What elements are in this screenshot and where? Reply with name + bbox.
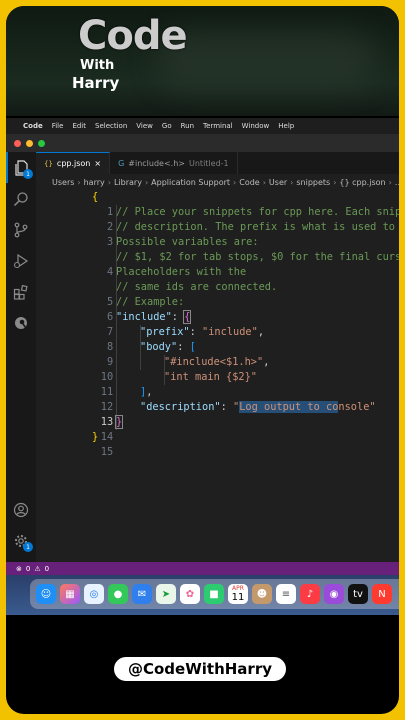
menu-file[interactable]: File [52,122,64,130]
mac-menubar: Code File Edit Selection View Go Run Ter… [6,118,399,134]
tab-close-icon[interactable]: × [94,159,101,168]
maps-icon[interactable]: ➤ [156,584,176,604]
code-line: 6 // Example: [107,296,185,323]
run-debug-icon[interactable] [6,245,36,276]
news-icon[interactable]: N [372,584,392,604]
breadcrumb-item[interactable]: User [269,178,287,187]
warning-icon[interactable]: ⚠ [34,565,40,573]
code-line-wrapped: Possible variables are: [116,236,259,248]
contacts-icon[interactable]: ☻ [252,584,272,604]
code-editor[interactable]: 1 { 2 // Place your snippets for cpp her… [36,190,399,562]
code-line: 11 "int main {$2}" [100,371,257,398]
code-line: 4 // $1, $2 for tab stops, $0 for the fi… [107,251,399,278]
calendar-icon[interactable]: APR 11 [228,584,248,604]
channel-handle: @CodeWithHarry [112,655,288,683]
breadcrumb: Users › harry › Library › Application Suppo… [36,174,399,190]
explorer-badge: 1 [23,169,33,179]
mac-dock: ☺ ▦ ◎ ● ✉ ➤ ✿ ■ APR 11 ☻ ≡ ♪ ◉ tv N [30,579,399,609]
code-line: 5 // same ids are connected. [107,281,278,308]
explorer-icon[interactable]: 1 [6,152,36,183]
code-line: 8 "prefix": "include", [107,326,265,353]
video-frame: Code With Harry Code File Edit Selection… [6,6,399,714]
cpp-file-icon: G [118,158,125,168]
music-icon[interactable]: ♪ [300,584,320,604]
breadcrumb-item[interactable]: Users [52,178,74,187]
error-count[interactable]: 0 [26,565,30,573]
menu-terminal[interactable]: Terminal [203,122,233,130]
messages-icon[interactable]: ● [108,584,128,604]
menu-edit[interactable]: Edit [72,122,86,130]
editor-tabs: {} cpp.json × G #include<.h> Untitled-1 [36,152,399,174]
code-line: 14 } [100,415,124,443]
breadcrumb-item[interactable]: harry [84,178,105,187]
code-line: 7 "include": { [107,310,192,338]
menu-view[interactable]: View [136,122,153,130]
code-line: 10 "#include<$1.h>", [100,356,270,383]
json-file-icon: {} [44,159,53,168]
source-control-icon[interactable] [6,214,36,245]
podcasts-icon[interactable]: ◉ [324,584,344,604]
code-line: 2 // Place your snippets for cpp here. E… [107,206,399,233]
reminders-icon[interactable]: ≡ [276,584,296,604]
breadcrumb-item[interactable]: … [395,178,399,187]
tab-label: #include<.h> [128,158,185,168]
background-top: Code With Harry [6,6,399,116]
tab-cpp-json[interactable]: {} cpp.json × [36,152,111,174]
close-window-button[interactable] [14,139,21,147]
menu-help[interactable]: Help [278,122,294,130]
menu-selection[interactable]: Selection [95,122,127,130]
zoom-window-button[interactable] [38,139,45,147]
code-line: 3 // description. The prefix is what is … [107,221,395,248]
remote-explorer-icon[interactable] [6,307,36,338]
mail-icon[interactable]: ✉ [132,584,152,604]
launchpad-icon[interactable]: ▦ [60,584,80,604]
menu-code[interactable]: Code [23,122,43,130]
breadcrumb-item[interactable]: Code [239,178,259,187]
code-line-current: 13 "description": "Log output to console… [100,401,376,428]
code-line: 15 } [92,431,114,458]
code-line: 9 "body": [ [107,341,196,368]
code-line-wrapped: Placeholders with the [116,266,247,278]
minimize-window-button[interactable] [26,139,33,147]
code-line: 12 ], [100,386,153,413]
search-icon[interactable] [6,183,36,214]
settings-badge: 1 [23,542,33,552]
breadcrumb-item[interactable]: Application Support [151,178,230,187]
account-icon[interactable] [6,494,36,525]
desktop-background: ☺ ▦ ◎ ● ✉ ➤ ✿ ■ APR 11 ☻ ≡ ♪ ◉ tv N [6,575,399,615]
settings-gear-icon[interactable]: 1 [6,525,36,556]
menu-window[interactable]: Window [242,122,270,130]
tab-untitled-1[interactable]: G #include<.h> Untitled-1 [110,152,238,174]
warning-count[interactable]: 0 [45,565,49,573]
safari-icon[interactable]: ◎ [84,584,104,604]
text-selection: Log output to co [239,401,339,413]
window-titlebar [6,134,399,152]
tab-label: cpp.json [56,159,91,168]
code-line: 1 { [92,191,114,218]
activity-bar: 1 1 [6,152,36,562]
breadcrumb-item[interactable]: {} cpp.json [339,178,385,187]
finder-icon[interactable]: ☺ [36,584,56,604]
menu-go[interactable]: Go [162,122,172,130]
tab-description: Untitled-1 [189,158,229,168]
breadcrumb-item[interactable]: snippets [296,178,330,187]
status-bar: ⊗ 0 ⚠ 0 [6,562,399,575]
breadcrumb-item[interactable]: Library [114,178,142,187]
error-icon[interactable]: ⊗ [16,565,22,573]
extensions-icon[interactable] [6,276,36,307]
tv-icon[interactable]: tv [348,584,368,604]
photos-icon[interactable]: ✿ [180,584,200,604]
facetime-icon[interactable]: ■ [204,584,224,604]
menu-run[interactable]: Run [181,122,194,130]
